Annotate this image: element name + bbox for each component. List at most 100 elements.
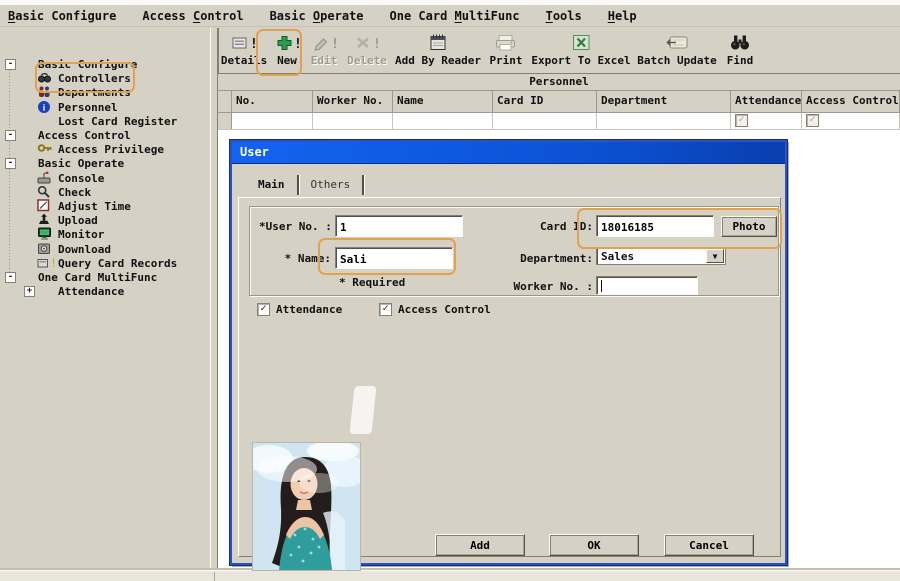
worker-no-label: Worker No. : bbox=[489, 280, 593, 293]
tree-item-label: Attendance bbox=[58, 285, 124, 298]
application-window: Basic Configure Access Control Basic Opera… bbox=[0, 0, 900, 581]
add-button[interactable]: Add bbox=[435, 534, 525, 556]
user-no-label: *User No. : bbox=[259, 220, 331, 233]
menu-item-basic-configure[interactable]: Basic Configure bbox=[8, 9, 116, 23]
tree-item-lost-card-register[interactable]: Lost Card Register bbox=[0, 115, 210, 129]
tree-item-monitor[interactable]: Monitor bbox=[0, 228, 210, 242]
minus-expander-icon[interactable]: - bbox=[5, 59, 16, 70]
menu-item-access-control[interactable]: Access Control bbox=[142, 9, 243, 23]
toolbar-button-label: New bbox=[277, 54, 297, 67]
tab-others[interactable]: Others bbox=[303, 175, 359, 195]
attendance-cell-checkbox[interactable]: ✓ bbox=[735, 114, 748, 127]
check-icon bbox=[37, 185, 53, 199]
cancel-button[interactable]: Cancel bbox=[664, 534, 754, 556]
tree-item-basic-configure[interactable]: -Basic Configure bbox=[0, 58, 210, 72]
print-icon bbox=[494, 30, 518, 54]
tree-item-controllers[interactable]: Controllers bbox=[0, 72, 210, 86]
chevron-down-icon[interactable]: ▼ bbox=[706, 249, 724, 263]
grid-header-row: No.Worker No.NameCard IDDepartmentAttend… bbox=[218, 91, 900, 113]
checkbox-attendance[interactable]: ✓Attendance bbox=[257, 302, 342, 316]
toolbar-button-new[interactable]: !New bbox=[270, 30, 304, 72]
tree-item-label: Access Control bbox=[38, 129, 131, 142]
grid-column-header-card-id[interactable]: Card ID bbox=[493, 91, 597, 112]
toolbar-button-add-by-reader[interactable]: Add By Reader bbox=[394, 30, 482, 72]
tree-item-attendance[interactable]: + Attendance bbox=[0, 285, 210, 299]
tree-item-upload[interactable]: Upload bbox=[0, 214, 210, 228]
ok-button[interactable]: OK bbox=[549, 534, 639, 556]
dialog-title: User bbox=[240, 145, 269, 159]
grid-column-header-name[interactable]: Name bbox=[393, 91, 493, 112]
tree-item-query-card-records[interactable]: !Query Card Records bbox=[0, 257, 210, 271]
grid-cell: ✓ bbox=[802, 113, 900, 129]
toolbar-button-print[interactable]: Print bbox=[486, 30, 526, 72]
tree-item-label: Adjust Time bbox=[58, 200, 131, 213]
access-control-cell-checkbox[interactable]: ✓ bbox=[806, 114, 819, 127]
grid-cell bbox=[313, 113, 393, 129]
toolbar-button-export-to-excel[interactable]: Export To Excel bbox=[530, 30, 632, 72]
minus-expander-icon[interactable]: - bbox=[5, 272, 16, 283]
grid-column-header-attendance[interactable]: Attendance bbox=[731, 91, 802, 112]
tree-item-one-card-multifunc[interactable]: -One Card MultiFunc bbox=[0, 271, 210, 285]
tree-item-adjust-time[interactable]: Adjust Time bbox=[0, 200, 210, 214]
tree-item-label: Console bbox=[58, 172, 104, 185]
tab-separator bbox=[297, 175, 299, 195]
checkbox-access-control[interactable]: ✓Access Control bbox=[379, 302, 491, 316]
required-note: * Required bbox=[339, 276, 439, 289]
svg-text:!: ! bbox=[250, 37, 256, 51]
name-input[interactable] bbox=[335, 247, 453, 269]
tree-item-label: Lost Card Register bbox=[58, 115, 177, 128]
adjust-time-icon bbox=[37, 199, 53, 213]
card-id-input[interactable] bbox=[596, 215, 714, 237]
toolbar-button-label: Edit bbox=[311, 54, 338, 67]
export-excel-icon bbox=[572, 30, 591, 54]
dialog-tabs: Main Others bbox=[250, 173, 368, 195]
tree-item-console[interactable]: Console bbox=[0, 172, 210, 186]
grid-column-header-department[interactable]: Department bbox=[597, 91, 731, 112]
controllers-icon bbox=[37, 71, 53, 85]
user-photo bbox=[252, 442, 361, 571]
grid-column-header-worker-no[interactable]: Worker No. bbox=[313, 91, 393, 112]
toolbar-button-details[interactable]: !Details bbox=[222, 30, 266, 72]
download-icon bbox=[37, 242, 53, 256]
menu-item-one-card-multifunc[interactable]: One Card MultiFunc bbox=[390, 9, 520, 23]
tree-item-label: Access Privilege bbox=[58, 143, 164, 156]
minus-expander-icon[interactable]: - bbox=[5, 158, 16, 169]
grid-column-header-access-control[interactable]: Access Control bbox=[802, 91, 900, 112]
grid-column-header-no[interactable]: No. bbox=[232, 91, 313, 112]
checkbox-box-access-control[interactable]: ✓ bbox=[379, 303, 392, 316]
toolbar-button-label: Add By Reader bbox=[395, 54, 481, 67]
worker-no-input[interactable] bbox=[596, 276, 698, 295]
console-icon bbox=[37, 171, 53, 185]
dialog-titlebar[interactable]: User bbox=[232, 142, 785, 164]
new-icon: ! bbox=[274, 30, 300, 54]
tree-item-departments[interactable]: Departments bbox=[0, 86, 210, 100]
toolbar-button-delete: !Delete bbox=[344, 30, 390, 72]
tree-item-download[interactable]: Download bbox=[0, 243, 210, 257]
delete-icon: ! bbox=[354, 30, 380, 54]
menu-item-help[interactable]: Help bbox=[608, 9, 637, 23]
tab-main[interactable]: Main bbox=[250, 175, 293, 195]
tree-item-basic-operate[interactable]: -Basic Operate bbox=[0, 157, 210, 171]
checkbox-box-attendance[interactable]: ✓ bbox=[257, 303, 270, 316]
navigation-tree: -Basic ConfigureControllersDepartmentsiP… bbox=[0, 28, 210, 570]
grid-cell bbox=[597, 113, 731, 129]
tree-item-personnel[interactable]: iPersonnel bbox=[0, 101, 210, 115]
menu-item-basic-operate[interactable]: Basic Operate bbox=[270, 9, 364, 23]
toolbar-button-batch-update[interactable]: Batch Update bbox=[636, 30, 718, 72]
grid-empty-row[interactable]: ✓✓ bbox=[218, 113, 900, 130]
checkmark-icon: ✓ bbox=[260, 303, 266, 314]
tree-item-access-control[interactable]: - Access Control bbox=[0, 129, 210, 143]
photo-button[interactable]: Photo bbox=[721, 216, 777, 237]
menu-item-tools[interactable]: Tools bbox=[546, 9, 582, 23]
toolbar-button-find[interactable]: Find bbox=[722, 30, 758, 72]
toolbar-button-label: Print bbox=[489, 54, 522, 67]
tree-item-label: Controllers bbox=[58, 72, 131, 85]
department-select[interactable]: Sales ▼ bbox=[596, 247, 726, 265]
tree-item-check[interactable]: Check bbox=[0, 186, 210, 200]
query-card-records-icon: ! bbox=[37, 256, 53, 270]
minus-expander-icon[interactable]: - bbox=[5, 130, 16, 141]
svg-text:!: ! bbox=[51, 256, 55, 269]
tree-item-access-privilege[interactable]: Access Privilege bbox=[0, 143, 210, 157]
plus-expander-icon[interactable]: + bbox=[24, 286, 35, 297]
user-no-input[interactable] bbox=[335, 215, 463, 237]
